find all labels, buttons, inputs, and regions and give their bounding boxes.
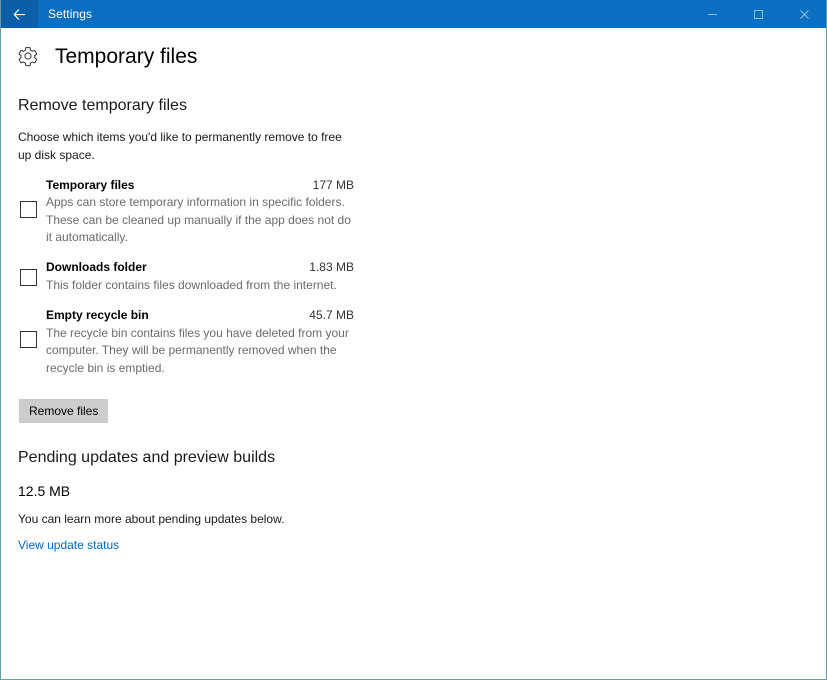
view-update-status-link[interactable]: View update status: [18, 537, 119, 554]
back-button[interactable]: [1, 0, 38, 28]
caption-buttons: [689, 0, 826, 28]
titlebar: Settings: [1, 0, 826, 28]
close-button[interactable]: [781, 0, 826, 28]
pending-updates-description: You can learn more about pending updates…: [18, 512, 285, 527]
maximize-icon: [753, 9, 763, 19]
minimize-icon: [707, 13, 717, 15]
list-item-size: 45.7 MB: [309, 308, 354, 323]
list-item-size: 1.83 MB: [309, 260, 354, 275]
list-item-title: Empty recycle bin: [46, 308, 149, 323]
list-item-size: 177 MB: [312, 177, 354, 192]
page-content: Temporary files Remove temporary files C…: [1, 28, 826, 679]
maximize-button[interactable]: [735, 0, 781, 28]
pending-updates-size: 12.5 MB: [18, 482, 71, 499]
remove-files-button[interactable]: Remove files: [19, 399, 109, 424]
temporary-files-item-list: Temporary files 177 MB Apps can store te…: [1, 178, 826, 378]
remove-section-heading: Remove temporary files: [18, 97, 187, 114]
list-item[interactable]: Downloads folder 1.83 MB This folder con…: [18, 260, 354, 294]
list-item-description: The recycle bin contains files you have …: [46, 325, 349, 375]
page-title: Temporary files: [55, 44, 198, 68]
list-item-header: Empty recycle bin 45.7 MB: [46, 308, 354, 324]
list-item-description: Apps can store temporary information in …: [46, 195, 351, 244]
close-icon: [799, 9, 809, 19]
minimize-button[interactable]: [689, 0, 735, 28]
checkbox-temporary-files[interactable]: [20, 200, 37, 218]
list-item[interactable]: Empty recycle bin 45.7 MB The recycle bi…: [18, 308, 354, 377]
settings-window: Settings Temporary files Remove temporar…: [0, 0, 827, 680]
page-header: Temporary files: [17, 45, 826, 67]
list-item-header: Temporary files 177 MB: [46, 178, 354, 194]
checkbox-empty-recycle-bin[interactable]: [20, 331, 37, 349]
list-item-header: Downloads folder 1.83 MB: [46, 260, 354, 276]
list-item-title: Downloads folder: [46, 260, 147, 275]
list-item-description: This folder contains files downloaded fr…: [46, 277, 337, 292]
list-item-title: Temporary files: [46, 177, 135, 192]
list-item[interactable]: Temporary files 177 MB Apps can store te…: [18, 178, 354, 247]
remove-section-description: Choose which items you'd like to permane…: [18, 129, 342, 162]
checkbox-downloads-folder[interactable]: [20, 269, 37, 287]
gear-icon: [18, 47, 38, 67]
pending-updates-heading: Pending updates and preview builds: [18, 449, 276, 467]
window-title: Settings: [48, 7, 93, 21]
back-arrow-icon: [13, 8, 25, 20]
